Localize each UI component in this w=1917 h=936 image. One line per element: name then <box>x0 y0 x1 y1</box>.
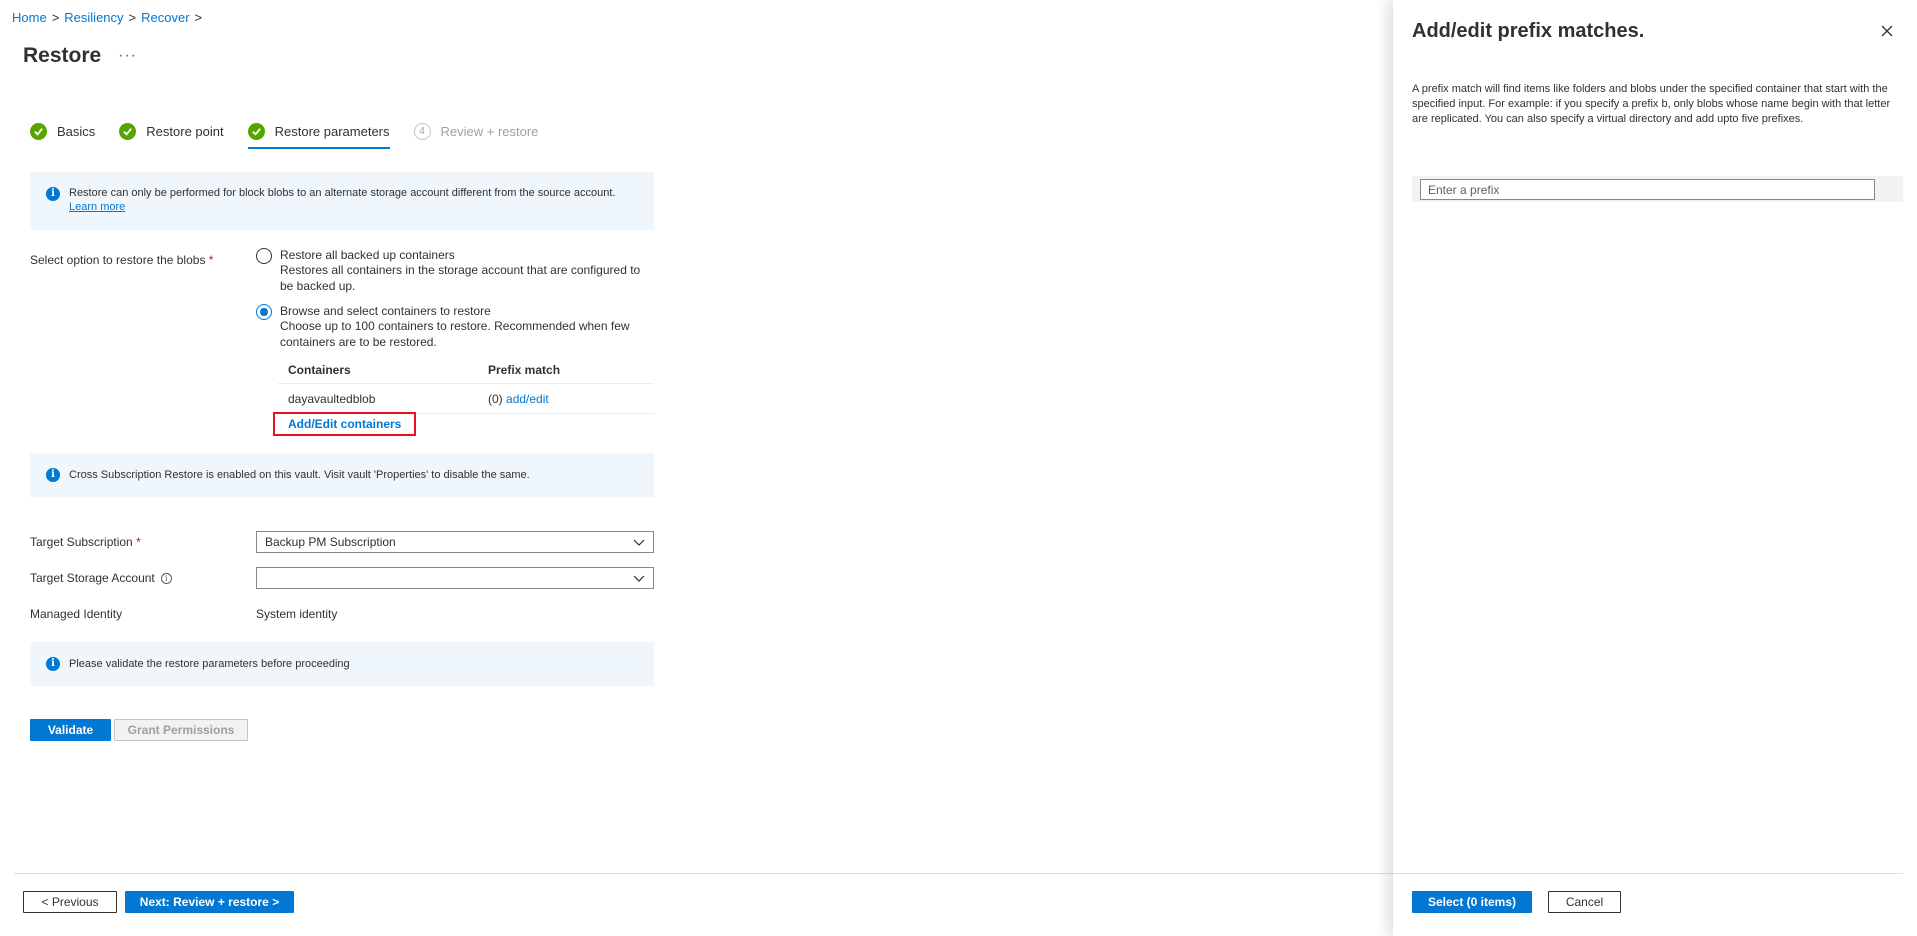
managed-identity-label: Managed Identity <box>30 607 123 621</box>
breadcrumb-separator: > <box>51 10 60 25</box>
info-banner-text: Cross Subscription Restore is enabled on… <box>69 469 530 481</box>
target-subscription-label: Target Subscription * <box>30 535 141 549</box>
info-banner-text: Please validate the restore parameters b… <box>69 658 350 670</box>
info-banner-block-blobs: i Restore can only be performed for bloc… <box>30 172 654 230</box>
step-review-restore[interactable]: 4 Review + restore <box>413 118 539 144</box>
next-review-restore-button[interactable]: Next: Review + restore > <box>125 891 294 913</box>
select-items-button[interactable]: Select (0 items) <box>1412 891 1532 913</box>
cancel-button[interactable]: Cancel <box>1548 891 1621 913</box>
close-icon[interactable] <box>1880 24 1894 38</box>
chevron-down-icon <box>633 575 645 582</box>
dropdown-value: Backup PM Subscription <box>265 535 396 549</box>
checkmark-icon <box>247 122 265 140</box>
prefix-match-panel: Add/edit prefix matches. A prefix match … <box>1393 0 1917 936</box>
prefix-input-row <box>1412 176 1903 202</box>
target-subscription-dropdown[interactable]: Backup PM Subscription <box>256 531 654 553</box>
step-label: Restore point <box>146 123 224 139</box>
panel-description: A prefix match will find items like fold… <box>1412 83 1891 125</box>
page-title: Restore <box>23 44 102 67</box>
info-icon: i <box>46 187 60 201</box>
footer-divider <box>14 873 1394 874</box>
radio-title: Browse and select containers to restore <box>280 304 491 318</box>
step-label: Restore parameters <box>274 123 390 139</box>
panel-footer-divider <box>1393 873 1903 874</box>
validate-button[interactable]: Validate <box>30 719 111 741</box>
prefix-count: (0) <box>488 391 503 406</box>
restore-option-radio-group: Restore all backed up containers Restore… <box>256 248 656 360</box>
prefix-match-cell: (0) add/edit <box>488 392 654 406</box>
radio-description: Choose up to 100 containers to restore. … <box>280 319 630 349</box>
radio-option-all[interactable]: Restore all backed up containers Restore… <box>256 248 656 294</box>
containers-table: Containers Prefix match dayavaultedblob … <box>278 356 654 414</box>
info-icon: i <box>46 657 60 671</box>
step-restore-point[interactable]: Restore point <box>119 118 224 144</box>
radio-button-selected[interactable] <box>256 304 272 320</box>
more-options-button[interactable]: ··· <box>118 47 137 65</box>
checkmark-icon <box>119 122 137 140</box>
breadcrumb: Home > Resiliency > Recover > <box>12 10 202 25</box>
breadcrumb-recover[interactable]: Recover <box>141 10 189 25</box>
prefix-input[interactable] <box>1420 179 1875 200</box>
breadcrumb-separator: > <box>128 10 137 25</box>
chevron-down-icon <box>633 539 645 546</box>
info-banner-cross-subscription: i Cross Subscription Restore is enabled … <box>30 453 654 497</box>
wizard-steps: Basics Restore point Restore parameters … <box>30 118 562 149</box>
step-number: 4 <box>413 122 431 140</box>
info-banner-validate: i Please validate the restore parameters… <box>30 642 654 686</box>
step-label: Basics <box>57 123 96 139</box>
table-header: Containers Prefix match <box>278 356 654 384</box>
radio-button[interactable] <box>256 248 272 264</box>
step-restore-parameters[interactable]: Restore parameters <box>247 118 390 149</box>
target-storage-account-dropdown[interactable] <box>256 567 654 589</box>
breadcrumb-separator: > <box>194 10 203 25</box>
managed-identity-value: System identity <box>256 607 338 621</box>
learn-more-link[interactable]: Learn more <box>69 201 125 213</box>
step-label: Review + restore <box>440 123 539 139</box>
info-icon: i <box>46 468 60 482</box>
grant-permissions-button[interactable]: Grant Permissions <box>114 719 248 741</box>
target-storage-account-label: Target Storage Account i <box>30 571 172 585</box>
add-edit-prefix-link[interactable]: add/edit <box>506 392 549 406</box>
radio-title: Restore all backed up containers <box>280 248 455 262</box>
info-icon[interactable]: i <box>160 573 172 585</box>
column-header-prefix-match: Prefix match <box>488 362 561 377</box>
table-row: dayavaultedblob (0) add/edit <box>278 384 654 414</box>
panel-title: Add/edit prefix matches. <box>1412 20 1645 42</box>
radio-option-browse[interactable]: Browse and select containers to restore … <box>256 304 656 350</box>
add-edit-containers-button[interactable]: Add/Edit containers <box>273 412 416 436</box>
previous-button[interactable]: < Previous <box>23 891 117 913</box>
breadcrumb-home[interactable]: Home <box>12 10 47 25</box>
restore-option-label: Select option to restore the blobs * <box>30 253 214 267</box>
checkmark-icon <box>30 122 47 140</box>
step-basics[interactable]: Basics <box>30 118 95 144</box>
breadcrumb-resiliency[interactable]: Resiliency <box>64 10 123 25</box>
column-header-containers: Containers <box>288 362 351 377</box>
info-banner-text: Restore can only be performed for block … <box>69 187 616 213</box>
radio-description: Restores all containers in the storage a… <box>280 263 641 293</box>
container-name: dayavaultedblob <box>288 391 376 406</box>
